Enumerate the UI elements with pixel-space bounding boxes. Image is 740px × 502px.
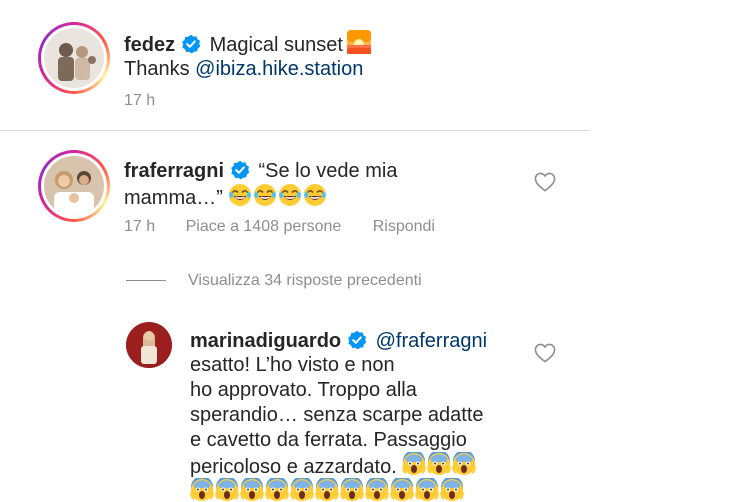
comment-text-line1: fraferragni “Se lo vede mia (124, 158, 397, 185)
sunrise-emoji-icon (347, 30, 372, 59)
laughing-tears-emoji-icon (253, 183, 277, 215)
screaming-emoji-group (402, 450, 477, 478)
post-username[interactable]: fedez (124, 34, 175, 56)
view-replies-label: Visualizza 34 risposte precedenti (188, 272, 422, 289)
screaming-face-emoji-icon (190, 478, 214, 502)
reply-mention-link[interactable]: @fraferragni (376, 330, 487, 352)
comment-text-2: mamma…” (124, 187, 223, 209)
view-replies-button[interactable]: Visualizza 34 risposte precedenti (126, 272, 422, 290)
marinadiguardo-avatar[interactable] (126, 322, 172, 368)
comment-username[interactable]: fraferragni (124, 160, 224, 182)
reply-username[interactable]: marinadiguardo (190, 330, 341, 352)
screaming-face-emoji-icon (390, 478, 414, 502)
thanks-text: Thanks (124, 58, 190, 80)
screaming-face-emoji-icon (240, 478, 264, 502)
reply-text: ho approvato. Troppo alla (190, 379, 417, 401)
post-caption-text: Magical sunset (209, 34, 343, 56)
post-timestamp: 17 h (124, 92, 156, 109)
screaming-face-emoji-icon (440, 478, 464, 502)
comment-timestamp: 17 h (124, 218, 156, 235)
reply-text: sperandio… senza scarpe adatte (190, 404, 484, 426)
screaming-face-emoji-icon (315, 478, 339, 502)
screaming-emoji-row (190, 478, 465, 502)
likes-count[interactable]: Piace a 1408 persone (186, 218, 342, 235)
laughing-tears-emoji-icon (278, 183, 302, 215)
section-divider (0, 130, 590, 131)
fraferragni-avatar[interactable] (38, 150, 110, 222)
laughing-tears-emoji-icon (303, 183, 327, 215)
reply-header: marinadiguardo @fraferragni (190, 328, 487, 355)
marinadiguardo-avatar-photo (126, 322, 172, 368)
laughing-emoji-group (228, 184, 328, 209)
post-caption-line2: Thanks @ibiza.hike.station (124, 56, 363, 83)
reply-text: esatto! L’ho visto e non (190, 354, 395, 376)
view-replies-line (126, 280, 166, 282)
screaming-face-emoji-icon (365, 478, 389, 502)
reply-text: pericoloso e azzardato. (190, 456, 397, 478)
fedez-avatar-photo (44, 28, 104, 88)
comment-text-1: “Se lo vede mia (258, 160, 398, 182)
reply-text: e cavetto da ferrata. Passaggio (190, 429, 467, 451)
verified-badge-icon (230, 160, 250, 185)
screaming-face-emoji-icon (340, 478, 364, 502)
like-heart-icon[interactable] (534, 172, 556, 192)
like-heart-icon[interactable] (534, 343, 556, 363)
screaming-face-emoji-icon (415, 478, 439, 502)
reply-button[interactable]: Rispondi (373, 218, 435, 235)
reply-text-line: sperandio… senza scarpe adatte (190, 402, 484, 429)
post-caption-line1: fedez Magical sunset (124, 30, 372, 59)
screaming-face-emoji-icon (215, 478, 239, 502)
reply-text-line: ho approvato. Troppo alla (190, 377, 417, 404)
fedez-avatar[interactable] (38, 22, 110, 94)
fraferragni-avatar-photo (44, 156, 104, 216)
screaming-face-emoji-icon (290, 478, 314, 502)
comment-text-line2: mamma…” (124, 183, 328, 215)
comment-meta-row: 17 h Piace a 1408 persone Rispondi (124, 218, 435, 236)
reply-text-line: e cavetto da ferrata. Passaggio (190, 427, 467, 454)
mention-link[interactable]: @ibiza.hike.station (195, 58, 363, 80)
laughing-tears-emoji-icon (228, 183, 252, 215)
screaming-face-emoji-icon (265, 478, 289, 502)
reply-text-line: esatto! L’ho visto e non (190, 352, 395, 379)
